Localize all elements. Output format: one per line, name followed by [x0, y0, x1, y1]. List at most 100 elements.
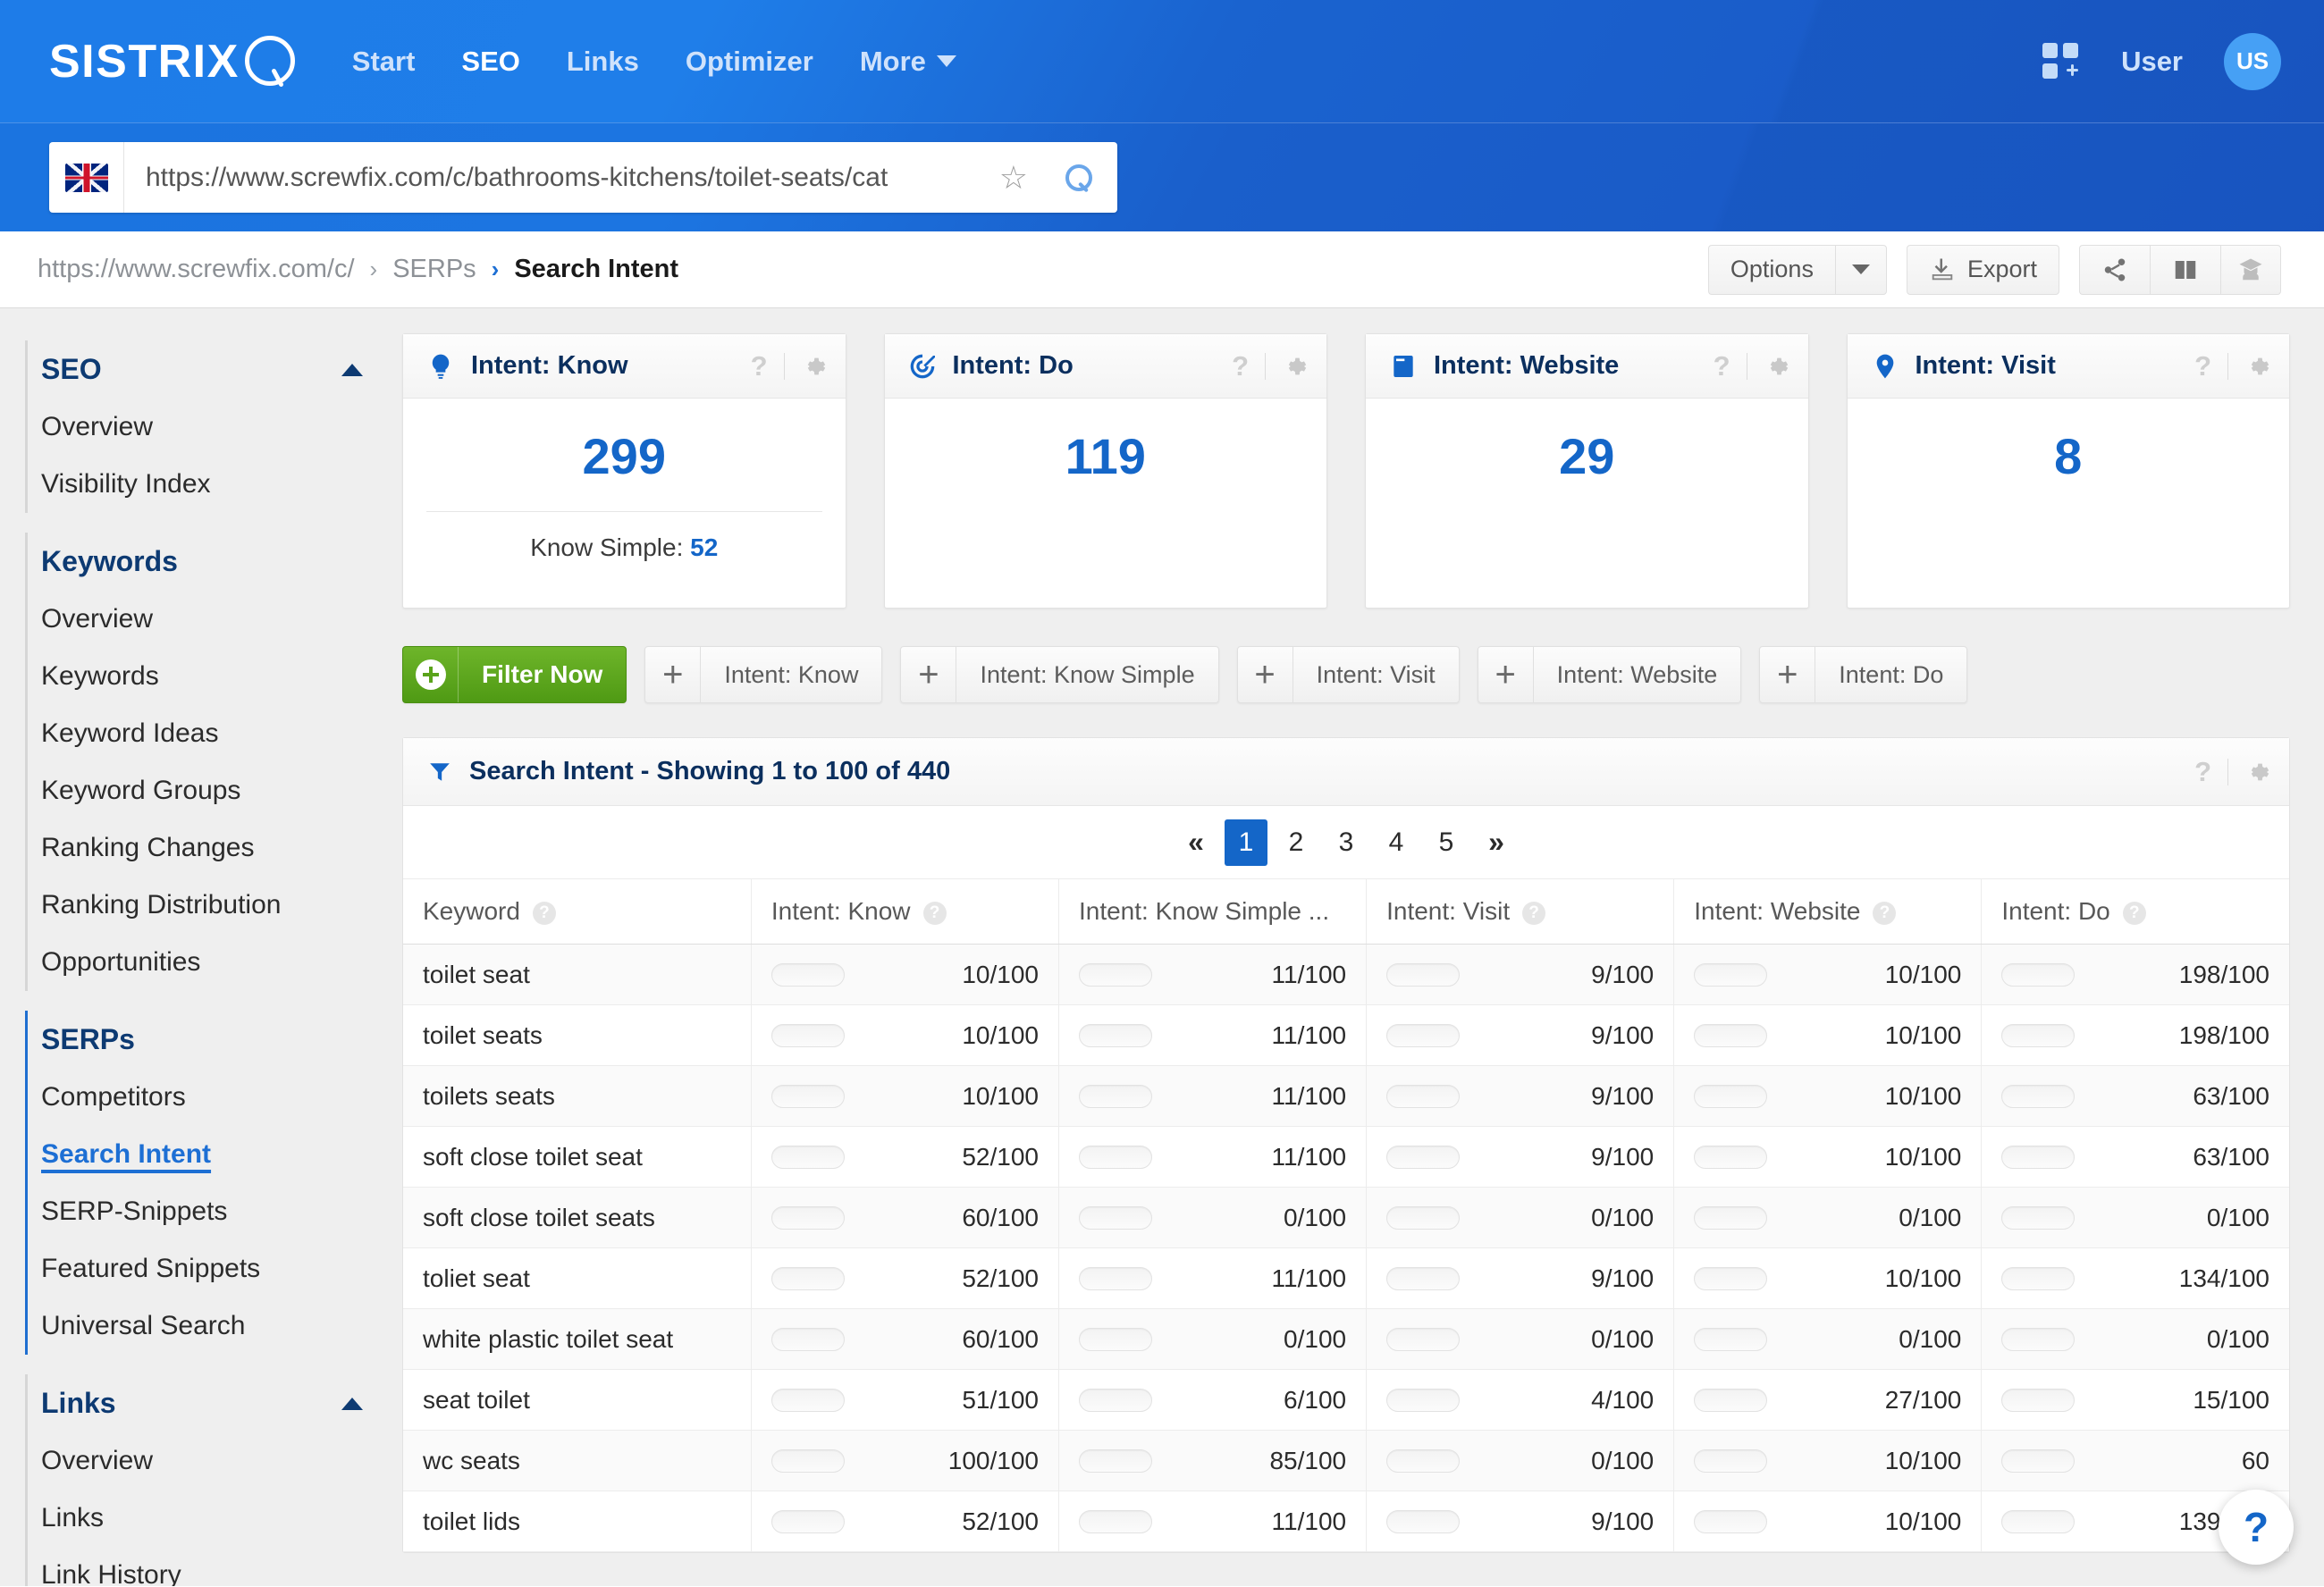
gear-icon[interactable]: [2244, 760, 2269, 785]
chip-intent-know-simple[interactable]: + Intent: Know Simple: [900, 646, 1219, 703]
sidebar-section-header-links[interactable]: Links: [41, 1374, 393, 1432]
search-submit-button[interactable]: [1040, 164, 1117, 191]
help-icon[interactable]: ?: [532, 901, 556, 925]
gear-icon[interactable]: [1282, 354, 1307, 379]
help-icon[interactable]: ?: [1714, 350, 1730, 382]
card-value: 299: [582, 428, 666, 484]
sidebar-section-header-seo[interactable]: SEO: [41, 340, 393, 399]
score-value: 60/100: [962, 1324, 1039, 1353]
gear-icon[interactable]: [801, 354, 826, 379]
main-content: Intent: Know ? 299 Know Simple: 52 Inten…: [393, 308, 2324, 1586]
pagination-last[interactable]: »: [1475, 819, 1518, 866]
col-keyword[interactable]: Keyword?: [403, 879, 752, 945]
sidebar-section-header-serps[interactable]: SERPs: [41, 1011, 393, 1069]
chip-label: Intent: Website: [1556, 660, 1718, 688]
table-row[interactable]: white plastic toilet seat 60/100 0/100 0/10…: [403, 1308, 2289, 1370]
avatar[interactable]: US: [2224, 32, 2281, 90]
help-icon[interactable]: ?: [1522, 901, 1546, 925]
add-app-grid-icon[interactable]: [2042, 42, 2080, 80]
table-row[interactable]: soft close toilet seat 52/100 11/100 9/100 1…: [403, 1126, 2289, 1188]
country-selector[interactable]: [49, 142, 124, 213]
search-input[interactable]: [124, 162, 1040, 193]
sidebar-section-header-keywords[interactable]: Keywords: [41, 533, 393, 591]
help-icon[interactable]: ?: [922, 901, 947, 925]
help-icon[interactable]: ?: [1873, 901, 1897, 925]
export-button[interactable]: Export: [1906, 244, 2059, 295]
chip-intent-website[interactable]: + Intent: Website: [1477, 646, 1742, 703]
table-row[interactable]: soft close toilet seats 60/100 0/100 0/100 0…: [403, 1187, 2289, 1248]
nav-item-seo[interactable]: SEO: [459, 40, 521, 83]
filter-now-button[interactable]: Filter Now: [402, 646, 627, 703]
gear-icon[interactable]: [1764, 354, 1789, 379]
options-dropdown-button[interactable]: [1834, 244, 1887, 295]
col-intent-website[interactable]: Intent: Website?: [1673, 879, 1983, 945]
pagination-first[interactable]: «: [1175, 819, 1217, 866]
chip-intent-visit[interactable]: + Intent: Visit: [1236, 646, 1460, 703]
sidebar-item-keywords-overview[interactable]: Overview: [41, 591, 393, 648]
sidebar-item-keywords[interactable]: Keywords: [41, 648, 393, 705]
help-icon[interactable]: ?: [2122, 901, 2146, 925]
nav-item-optimizer[interactable]: Optimizer: [684, 40, 815, 83]
sidebar-item-links[interactable]: Links: [41, 1490, 393, 1547]
col-intent-know[interactable]: Intent: Know?: [751, 879, 1059, 945]
pagination-page-1[interactable]: 1: [1225, 819, 1267, 866]
score-value: 11/100: [1271, 1507, 1347, 1535]
col-intent-know-simple[interactable]: Intent: Know Simple ...: [1058, 879, 1368, 945]
sidebar-item-visibility-index[interactable]: Visibility Index: [41, 456, 393, 513]
card-intent-do: Intent: Do ? 119: [883, 333, 1327, 609]
sistrix-logo[interactable]: SISTRIX: [49, 35, 295, 88]
pagination-page-2[interactable]: 2: [1275, 819, 1318, 866]
score-value: 0/100: [1899, 1203, 1962, 1231]
share-button[interactable]: [2079, 244, 2150, 295]
sidebar-item-ranking-changes[interactable]: Ranking Changes: [41, 819, 393, 877]
help-icon[interactable]: ?: [751, 350, 768, 382]
help-bubble-button[interactable]: ?: [2219, 1490, 2294, 1565]
sidebar-item-link-history[interactable]: Link History: [41, 1547, 393, 1586]
sidebar-item-universal-search[interactable]: Universal Search: [41, 1297, 393, 1355]
sidebar-item-links-overview[interactable]: Overview: [41, 1432, 393, 1490]
chip-intent-do[interactable]: + Intent: Do: [1759, 646, 1968, 703]
card-header: Intent: Do ?: [884, 334, 1326, 399]
chip-intent-know[interactable]: + Intent: Know: [644, 646, 883, 703]
breadcrumb-item-domain[interactable]: https://www.screwfix.com/c/: [38, 255, 355, 284]
col-intent-visit[interactable]: Intent: Visit?: [1366, 879, 1675, 945]
table-row[interactable]: toilet seat 10/100 11/100 9/100 10/100 198/10…: [403, 944, 2289, 1005]
table-row[interactable]: toliet seat 52/100 11/100 9/100 10/100 134/10…: [403, 1247, 2289, 1309]
options-button[interactable]: Options: [1707, 244, 1835, 295]
cell-intent-know-simple: 0/100: [1058, 1308, 1368, 1370]
documentation-button[interactable]: [2150, 244, 2220, 295]
help-icon[interactable]: ?: [1232, 350, 1249, 382]
help-icon[interactable]: ?: [2194, 756, 2211, 788]
score-bar: [1386, 1266, 1461, 1290]
sidebar-item-keyword-groups[interactable]: Keyword Groups: [41, 762, 393, 819]
pagination-page-4[interactable]: 4: [1375, 819, 1418, 866]
nav-item-more[interactable]: More: [858, 40, 958, 83]
gear-icon[interactable]: [2244, 354, 2269, 379]
sidebar-item-competitors[interactable]: Competitors: [41, 1069, 393, 1126]
breadcrumb-item-serps[interactable]: SERPs: [392, 255, 476, 284]
nav-item-links[interactable]: Links: [565, 40, 641, 83]
sidebar-item-featured-snippets[interactable]: Featured Snippets: [41, 1240, 393, 1297]
user-menu-label[interactable]: User: [2121, 46, 2183, 78]
nav-item-start[interactable]: Start: [350, 40, 417, 83]
academy-button[interactable]: [2220, 244, 2281, 295]
help-icon[interactable]: ?: [2194, 350, 2211, 382]
score-value: 0/100: [1591, 1446, 1655, 1474]
table-row[interactable]: wc seats 100/100 85/100 0/100 10/100 60: [403, 1430, 2289, 1491]
table-row[interactable]: toilet seats 10/100 11/100 9/100 10/100 198/1…: [403, 1004, 2289, 1066]
pagination-page-3[interactable]: 3: [1325, 819, 1368, 866]
sidebar-item-keyword-ideas[interactable]: Keyword Ideas: [41, 705, 393, 762]
sidebar-item-search-intent[interactable]: Search Intent: [41, 1126, 393, 1183]
sidebar-item-serp-snippets[interactable]: SERP-Snippets: [41, 1183, 393, 1240]
sidebar-item-opportunities[interactable]: Opportunities: [41, 934, 393, 991]
score-value: 63/100: [2193, 1142, 2269, 1171]
table-row[interactable]: toilet lids52/10011/1009/10010/100139/10…: [403, 1490, 2289, 1552]
col-intent-do[interactable]: Intent: Do?: [1981, 879, 2289, 945]
sidebar-item-ranking-distribution[interactable]: Ranking Distribution: [41, 877, 393, 934]
table-row[interactable]: toilets seats 10/100 11/100 9/100 10/100 63/1…: [403, 1065, 2289, 1127]
sidebar-item-seo-overview[interactable]: Overview: [41, 399, 393, 456]
pagination-page-5[interactable]: 5: [1425, 819, 1468, 866]
favorite-star-icon[interactable]: ☆: [999, 159, 1028, 197]
target-arrow-icon: [910, 354, 935, 378]
table-row[interactable]: seat toilet 51/100 6/100 4/100 27/100 15/100: [403, 1369, 2289, 1431]
